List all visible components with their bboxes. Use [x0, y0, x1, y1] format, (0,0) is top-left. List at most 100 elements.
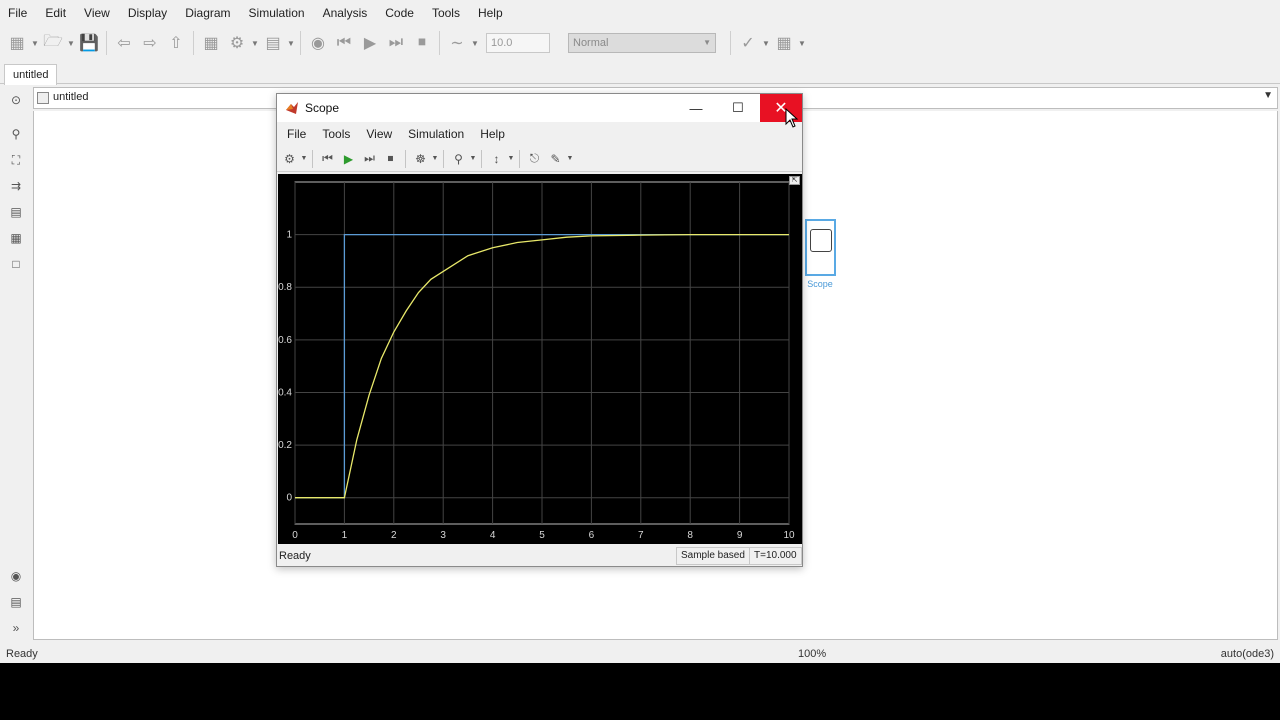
arrow-icon[interactable]: ⇉: [8, 178, 24, 194]
annotation-icon[interactable]: ▤: [8, 204, 24, 220]
toolbar-divider: [106, 31, 107, 55]
y-tick-label: 0.8: [278, 282, 292, 293]
forward-arrow-icon[interactable]: ⇨: [137, 30, 163, 56]
open-folder-icon[interactable]: 🗁: [40, 30, 66, 56]
chevron-down-icon[interactable]: ▼: [250, 39, 260, 48]
model-explorer-icon[interactable]: ▤: [260, 30, 286, 56]
scale-axes-icon[interactable]: ↕: [486, 148, 507, 169]
chevron-down-icon[interactable]: ▼: [761, 39, 771, 48]
signal-logging-icon[interactable]: ∼: [444, 30, 470, 56]
stop-icon[interactable]: ⏹: [409, 30, 435, 56]
chevron-down-icon[interactable]: ▼: [469, 155, 477, 162]
undock-icon[interactable]: ⇱: [789, 176, 800, 185]
maximize-icon[interactable]: ☐: [717, 94, 759, 122]
camera-icon[interactable]: ◉: [8, 568, 24, 584]
left-palette: ⊙ ⚲ ⛶ ⇉ ▤ ▦ □ ◉ ▤ »: [0, 86, 32, 642]
area-icon[interactable]: □: [8, 256, 24, 272]
chevron-down-icon[interactable]: ▼: [30, 39, 40, 48]
step-forward-icon[interactable]: ⏭: [359, 148, 380, 169]
step-forward-icon[interactable]: ⏭: [383, 30, 409, 56]
library-browser-icon[interactable]: ▦: [198, 30, 224, 56]
x-tick-label: 4: [490, 530, 496, 541]
scope-menu-tools[interactable]: Tools: [316, 127, 356, 141]
menu-analysis[interactable]: Analysis: [317, 0, 374, 26]
status-text: Ready: [6, 648, 38, 660]
build-grid-icon[interactable]: ▦: [771, 30, 797, 56]
menu-tools[interactable]: Tools: [426, 0, 466, 26]
scope-menu-view[interactable]: View: [360, 127, 398, 141]
zoom-level: 100%: [798, 648, 827, 660]
x-tick-label: 10: [783, 530, 795, 541]
step-back-icon[interactable]: ⏮: [317, 148, 338, 169]
minimize-icon[interactable]: —: [675, 94, 717, 122]
gear-icon[interactable]: ⚙: [279, 148, 300, 169]
menu-edit[interactable]: Edit: [39, 0, 72, 26]
menu-diagram[interactable]: Diagram: [179, 0, 236, 26]
toolbar-divider: [193, 31, 194, 55]
scope-toolbar: ⚙ ▼ ⏮ ▶ ⏭ ⏹ ☸ ▼ ⚲ ▼ ↕ ▼ ⎋ ✎ ▼: [277, 146, 802, 172]
model-browser-icon[interactable]: ▤: [8, 594, 24, 610]
chevron-down-icon[interactable]: ▼: [797, 39, 807, 48]
step-back-icon[interactable]: ⏮: [331, 30, 357, 56]
y-tick-label: 0.6: [278, 335, 292, 346]
scope-plot-area[interactable]: 0 1 2 3 4 5 6 7 8 9 10 0 0.2 0.4 0.6 0.8 1 ⇱: [278, 174, 802, 544]
chevron-down-icon[interactable]: ▼: [300, 155, 308, 162]
save-icon[interactable]: 💾: [76, 30, 102, 56]
chevron-down-icon[interactable]: ▼: [66, 39, 76, 48]
zoom-in-icon[interactable]: ⚲: [448, 148, 469, 169]
scope-titlebar[interactable]: Scope — ☐ ✕: [277, 94, 802, 122]
scope-chart: 0 1 2 3 4 5 6 7 8 9 10 0 0.2 0.4 0.6 0.8 1: [278, 181, 795, 541]
menu-help[interactable]: Help: [472, 0, 509, 26]
menu-simulation[interactable]: Simulation: [243, 0, 311, 26]
menu-view[interactable]: View: [78, 0, 116, 26]
back-arrow-icon[interactable]: ⇦: [111, 30, 137, 56]
x-tick-label: 8: [687, 530, 693, 541]
measurements-icon[interactable]: ✎: [545, 148, 566, 169]
scope-menu-help[interactable]: Help: [474, 127, 511, 141]
toolbar-divider: [730, 31, 731, 55]
fit-to-view-icon[interactable]: ⛶: [8, 152, 24, 168]
scope-status-text: Ready: [279, 550, 311, 562]
record-icon[interactable]: ◉: [305, 30, 331, 56]
up-arrow-icon[interactable]: ⇧: [163, 30, 189, 56]
toolbar-divider: [439, 31, 440, 55]
chevron-down-icon[interactable]: ▼: [1263, 90, 1273, 101]
main-statusbar: Ready 100% auto(ode3): [0, 644, 1280, 663]
tab-untitled[interactable]: untitled: [4, 64, 58, 85]
menu-file[interactable]: File: [2, 0, 33, 26]
zoom-icon[interactable]: ⚲: [8, 126, 24, 142]
chevron-down-icon[interactable]: ▼: [507, 155, 515, 162]
sample-mode-indicator: Sample based: [676, 547, 750, 565]
y-tick-label: 0.2: [278, 440, 292, 451]
run-icon[interactable]: ▶: [338, 148, 359, 169]
menu-code[interactable]: Code: [379, 0, 420, 26]
solver-name[interactable]: auto(ode3): [1221, 648, 1274, 660]
scope-menu-simulation[interactable]: Simulation: [402, 127, 470, 141]
simulation-mode-select[interactable]: Normal ▼: [568, 33, 716, 53]
image-icon[interactable]: ▦: [8, 230, 24, 246]
scope-window: Scope — ☐ ✕ File Tools View Simulation H…: [276, 93, 803, 567]
toolbar-divider: [443, 149, 444, 168]
scope-block-label[interactable]: Scope: [805, 279, 835, 289]
highlight-block-icon[interactable]: ☸: [410, 148, 431, 169]
matlab-logo-icon: [286, 102, 298, 114]
new-model-icon[interactable]: ▦: [4, 30, 30, 56]
expand-palette-icon[interactable]: »: [8, 620, 24, 636]
model-advisor-check-icon[interactable]: ✓: [735, 30, 761, 56]
stop-time-input[interactable]: 10.0: [486, 33, 550, 53]
chevron-down-icon[interactable]: ▼: [431, 155, 439, 162]
scope-block[interactable]: [805, 219, 836, 276]
hide-browser-icon[interactable]: ⊙: [8, 92, 24, 108]
gear-icon[interactable]: ⚙: [224, 30, 250, 56]
triggers-icon[interactable]: ⎋: [524, 148, 545, 169]
address-path: untitled: [53, 91, 89, 103]
main-toolbar: ▦ ▼ 🗁 ▼ 💾 ⇦ ⇨ ⇧ ▦ ⚙ ▼ ▤ ▼ ◉ ⏮ ▶ ⏭ ⏹ ∼ ▼ …: [0, 26, 1280, 60]
chevron-down-icon[interactable]: ▼: [286, 39, 296, 48]
menu-display[interactable]: Display: [122, 0, 173, 26]
scope-menu-file[interactable]: File: [281, 127, 312, 141]
model-tab-strip: untitled: [0, 62, 1280, 85]
run-icon[interactable]: ▶: [357, 30, 383, 56]
chevron-down-icon[interactable]: ▼: [470, 39, 480, 48]
stop-icon[interactable]: ⏹: [380, 148, 401, 169]
chevron-down-icon[interactable]: ▼: [566, 155, 574, 162]
